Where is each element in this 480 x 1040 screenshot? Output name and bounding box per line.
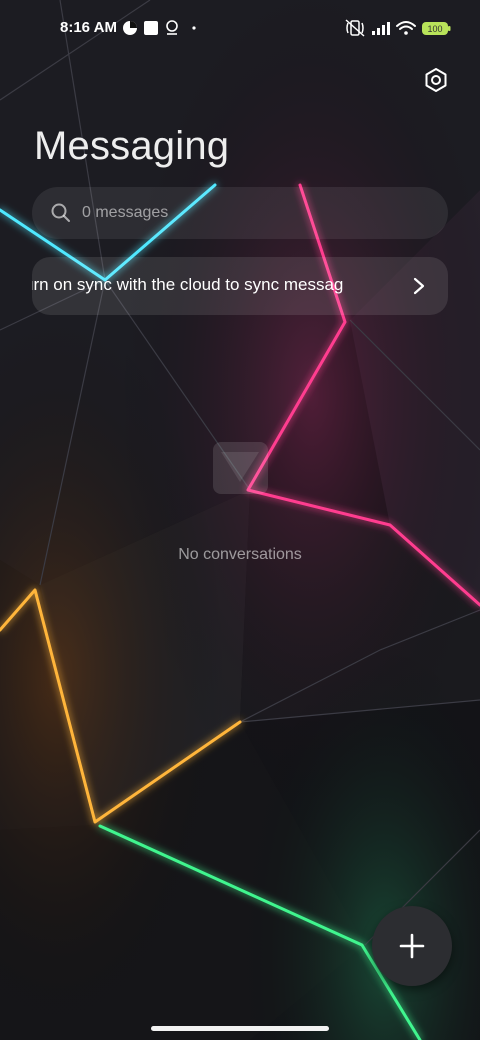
vibrate-muted-icon <box>345 19 365 37</box>
status-left-icons <box>123 20 196 35</box>
new-conversation-button[interactable] <box>372 906 452 986</box>
plus-icon <box>399 933 425 959</box>
battery-icon: 100 <box>422 22 451 35</box>
empty-conversations-icon <box>213 442 268 494</box>
page-title: Messaging <box>34 124 230 168</box>
chevron-right-icon <box>413 277 425 295</box>
home-indicator[interactable] <box>151 1026 329 1031</box>
battery-label: 100 <box>427 24 442 34</box>
square-notification-icon <box>144 21 158 35</box>
app-notification-icon <box>123 21 137 35</box>
empty-state-text: No conversations <box>178 546 302 563</box>
location-pin-icon <box>166 20 178 35</box>
status-bar: 8:16 AM 100 <box>0 0 480 56</box>
search-icon <box>51 203 70 222</box>
search-bar[interactable]: 0 messages <box>32 187 448 239</box>
signal-icon <box>372 22 390 35</box>
search-input-placeholder[interactable]: 0 messages <box>82 204 168 222</box>
sync-banner-text: urn on sync with the cloud to sync messa… <box>32 275 344 294</box>
status-right-icons: 100 <box>345 19 451 37</box>
wifi-icon <box>396 21 416 35</box>
settings-button[interactable] <box>418 62 454 98</box>
dot-icon <box>192 26 196 30</box>
gear-icon <box>425 68 447 92</box>
status-time: 8:16 AM <box>60 19 117 36</box>
sync-banner[interactable]: urn on sync with the cloud to sync messa… <box>32 257 448 315</box>
